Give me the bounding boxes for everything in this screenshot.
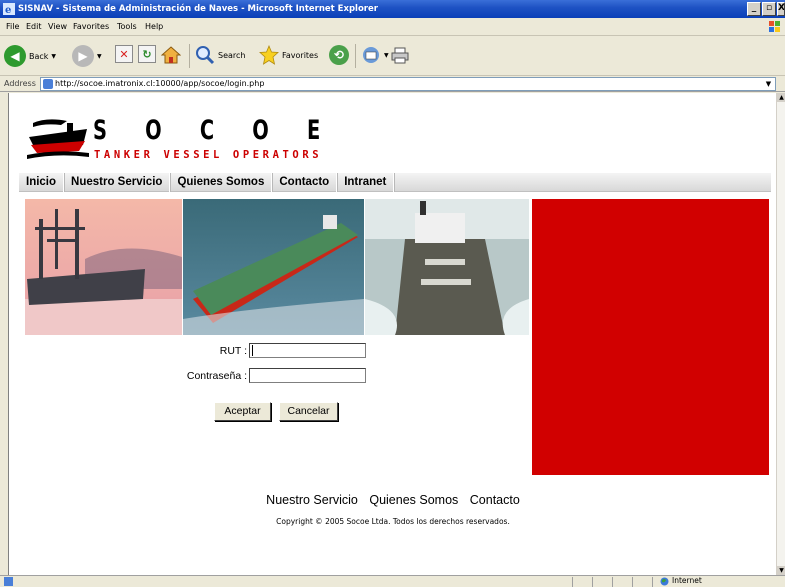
home-button[interactable]: [161, 45, 181, 65]
vertical-scrollbar[interactable]: ▲ ▼: [776, 93, 785, 575]
security-zone-label: Internet: [672, 576, 702, 585]
favorites-star-icon: [259, 45, 279, 65]
back-arrow-icon: ◀: [4, 45, 26, 67]
rut-label: RUT :: [219, 345, 247, 357]
refresh-icon: ↻: [138, 45, 156, 63]
scroll-down-icon[interactable]: ▼: [777, 566, 785, 575]
menu-favorites[interactable]: Favorites: [73, 22, 109, 31]
footer-link-quienes-somos[interactable]: Quienes Somos: [369, 493, 458, 507]
print-icon: [391, 47, 409, 64]
page-viewport: S O C O E TANKER VESSEL OPERATORS Inicio…: [8, 93, 776, 575]
ship-photo-3: [365, 199, 529, 335]
address-input[interactable]: http://socoe.imatronix.cl:10000/app/soco…: [40, 77, 776, 91]
minimize-button[interactable]: _: [747, 2, 761, 16]
page-icon: [43, 79, 53, 89]
search-button[interactable]: Search: [195, 45, 245, 65]
menu-view[interactable]: View: [48, 22, 67, 31]
page-status-icon: [4, 577, 13, 586]
cancelar-button[interactable]: Cancelar: [279, 402, 338, 421]
title-bar: e SISNAV - Sistema de Administración de …: [0, 0, 785, 18]
ship-photo-1: [25, 199, 182, 335]
rut-input[interactable]: [249, 343, 366, 358]
maximize-button[interactable]: ▫: [762, 2, 776, 16]
password-label: Contraseña :: [186, 370, 247, 382]
address-bar: Address http://socoe.imatronix.cl:10000/…: [0, 76, 785, 92]
stop-button[interactable]: ✕: [115, 45, 133, 63]
aceptar-button[interactable]: Aceptar: [214, 402, 271, 421]
site-nav: Inicio Nuestro Servicio Quienes Somos Co…: [19, 173, 771, 192]
password-input[interactable]: [249, 368, 366, 383]
address-dropdown-icon[interactable]: ▼: [763, 79, 774, 89]
back-button[interactable]: ◀ Back ▼: [4, 45, 56, 67]
logo-tagline: TANKER VESSEL OPERATORS: [94, 149, 323, 161]
globe-icon: [660, 577, 669, 586]
browser-window: e SISNAV - Sistema de Administración de …: [0, 0, 785, 587]
window-title: SISNAV - Sistema de Administración de Na…: [18, 4, 378, 14]
windows-flag-icon: [769, 21, 780, 32]
menu-help[interactable]: Help: [145, 22, 163, 31]
stop-icon: ✕: [115, 45, 133, 63]
menu-tools[interactable]: Tools: [117, 22, 137, 31]
home-icon: [161, 46, 181, 64]
nav-quienes-somos[interactable]: Quienes Somos: [170, 173, 273, 192]
copyright-text: Copyright © 2005 Socoe Ltda. Todos los d…: [276, 517, 510, 526]
svg-text:e: e: [5, 5, 11, 15]
logo-letter-o: O: [252, 115, 269, 146]
nav-contacto[interactable]: Contacto: [272, 173, 338, 192]
print-button[interactable]: [390, 45, 410, 65]
forward-button[interactable]: ▶ ▼: [72, 45, 102, 67]
scroll-up-icon[interactable]: ▲: [777, 93, 785, 102]
refresh-button[interactable]: ↻: [138, 45, 156, 63]
favorites-button[interactable]: Favorites: [259, 45, 318, 65]
ship-photo-2: [183, 199, 364, 335]
toolbar: ◀ Back ▼ ▶ ▼ ✕ ↻ Search Favorites ⟲ ▼: [0, 37, 785, 76]
logo-letter-o: O: [145, 115, 162, 146]
tanker-ship-logo-icon: [27, 119, 89, 159]
nav-nuestro-servicio[interactable]: Nuestro Servicio: [64, 173, 171, 192]
history-icon: ⟲: [329, 45, 349, 65]
forward-arrow-icon: ▶: [72, 45, 94, 67]
footer-link-nuestro-servicio[interactable]: Nuestro Servicio: [266, 493, 358, 507]
mail-button[interactable]: ▼: [361, 45, 389, 65]
logo-letter-s: S: [93, 115, 108, 146]
search-icon: [196, 46, 215, 65]
nav-inicio[interactable]: Inicio: [19, 173, 65, 192]
nav-intranet[interactable]: Intranet: [337, 173, 395, 192]
logo-letter-c: C: [199, 115, 215, 146]
status-bar: Internet: [0, 575, 785, 587]
socoe-logo: S O C O E TANKER VESSEL OPERATORS: [27, 115, 327, 171]
address-label: Address: [4, 79, 36, 88]
red-panel: [532, 199, 769, 475]
close-button[interactable]: X: [777, 2, 785, 16]
menu-edit[interactable]: Edit: [26, 22, 42, 31]
menu-file[interactable]: File: [6, 22, 19, 31]
mail-icon: [363, 47, 379, 63]
footer-link-contacto[interactable]: Contacto: [470, 493, 520, 507]
logo-letter-e: E: [306, 115, 321, 146]
history-button[interactable]: ⟲: [329, 45, 349, 65]
footer-links: Nuestro Servicio Quienes Somos Contacto: [9, 493, 776, 507]
ie-icon: e: [3, 3, 15, 15]
menu-bar: File Edit View Favorites Tools Help: [0, 18, 785, 36]
